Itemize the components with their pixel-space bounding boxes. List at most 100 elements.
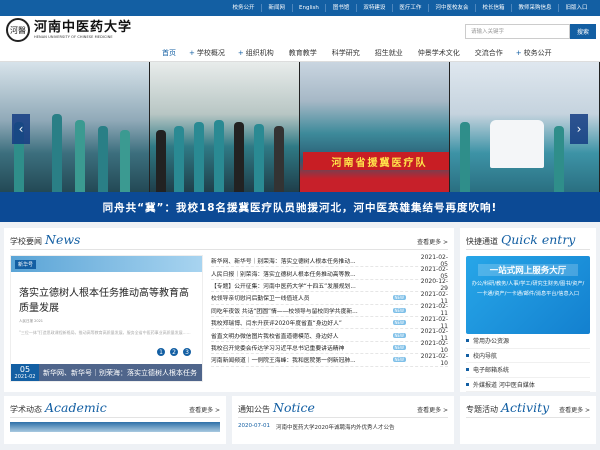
- site-logo[interactable]: 河醫 河南中医药大学 HENAN UNIVERSITY OF CHINESE M…: [6, 18, 132, 42]
- nav-item-label: 教育教学: [288, 48, 317, 57]
- nav-item[interactable]: 交流合作: [473, 48, 503, 58]
- top-link[interactable]: 图书馆: [325, 4, 356, 12]
- banner-photo-team: 河南省援冀医疗队: [300, 62, 449, 192]
- caption-title: 新华网、新华号｜别荣海：落实立德树人根本任务: [43, 368, 197, 377]
- news-item-title: 我校召开党委会传达学习习近平总书记重要讲话精神: [211, 345, 345, 352]
- news-item[interactable]: 同吃年夜饭 共话“团圆”情——校领导与留校同学共度新... NEW 2021-02-…: [211, 303, 448, 317]
- top-link[interactable]: 教师采购信息: [510, 4, 558, 12]
- featured-headline: 落实立德树人根本任务推动高等教育高质量发展: [19, 288, 189, 314]
- nav-item[interactable]: + 校务公开: [516, 48, 552, 58]
- news-title-cn: 学校要闻: [10, 237, 42, 246]
- news-item[interactable]: 新华网、新华号｜别荣海：落实立德树人根本任务推动... 2021-02-05: [211, 254, 448, 268]
- top-link[interactable]: 河中医校友会: [427, 4, 475, 12]
- featured-excerpt: "三位一体"打造思政课程新格局，推动高等教育高质量发展，服务全省中医药事业高质量…: [19, 330, 191, 335]
- nav-item[interactable]: 教育教学: [287, 48, 317, 58]
- news-item[interactable]: 河南新闻频道｜一例院王海峰：我和医院第一例新冠肺... NEW 2021-02-10: [211, 352, 448, 367]
- site-header: 河醫 河南中医药大学 HENAN UNIVERSITY OF CHINESE M…: [0, 16, 600, 44]
- slide-dot[interactable]: 2: [169, 347, 179, 357]
- news-item-title: 新华网、新华号｜别荣海：落实立德树人根本任务推动...: [211, 259, 356, 266]
- activity-title-en: Activity: [501, 400, 550, 415]
- featured-meta: 人民日报 2021: [19, 319, 44, 323]
- quick-entry-link[interactable]: 常用办公资源: [466, 334, 590, 349]
- quick-title-en: Quick entry: [501, 232, 576, 247]
- new-badge-icon: NEW: [392, 320, 406, 326]
- notice-more-link[interactable]: 查看更多 >: [417, 405, 448, 414]
- quick-entry-link[interactable]: 电子邮箱系统: [466, 363, 590, 378]
- news-more-link[interactable]: 查看更多 >: [417, 237, 448, 246]
- news-title-en: News: [45, 232, 81, 247]
- nav-item-label: 学校概况: [196, 48, 225, 57]
- top-link[interactable]: 校长信箱: [474, 4, 511, 12]
- service-hall-banner[interactable]: 一站式网上服务大厅 办公/科研/教务/人事/学工/研究生财务/图书/资产/一卡通…: [466, 256, 590, 334]
- top-link[interactable]: 医疗工作: [391, 4, 428, 12]
- banner-photo-farewell: [150, 62, 299, 192]
- news-section: 学校要闻 News 查看更多 > 新华号 落实立德树人根本任务推动高等教育高质量…: [4, 228, 454, 392]
- nav-item[interactable]: 科学研究: [330, 48, 360, 58]
- nav-item-label: 科学研究: [331, 48, 360, 57]
- featured-caption: 05 2021-02 新华网、新华号｜别荣海：落实立德树人根本任务: [11, 364, 202, 381]
- top-link[interactable]: 旧版入口: [557, 4, 594, 12]
- carousel-next-button[interactable]: ›: [570, 114, 588, 144]
- activity-more-link[interactable]: 查看更多 >: [559, 405, 590, 414]
- nav-item[interactable]: 招生就业: [373, 48, 403, 58]
- notice-date: 2020-07-01: [238, 423, 270, 429]
- main-nav: 首页 + 学校概况 + 组织机构 教育教学 科学研究 招生就业 仲景学术文化 交流合作 + 校务公开: [0, 44, 600, 62]
- news-item-title: 校领导亲切慰问后勤保卫一线值班人员: [211, 296, 310, 303]
- news-item[interactable]: 人民日报｜别荣海：落实立德树人根本任务推动高等教... 2021-02-05: [211, 266, 448, 280]
- seal-text: 河醫: [10, 25, 26, 35]
- notice-title-en: Notice: [273, 400, 315, 415]
- carousel-prev-button[interactable]: ‹: [12, 114, 30, 144]
- featured-news-slide[interactable]: 新华号 落实立德树人根本任务推动高等教育高质量发展 人民日报 2021 "三位一…: [10, 255, 203, 382]
- slide-dot[interactable]: 1: [156, 347, 166, 357]
- nav-item-label: 首页: [162, 48, 176, 57]
- news-item[interactable]: 省直文明办微信图片我校省直道德模范、身边好人 NEW 2021-02-11: [211, 328, 448, 342]
- top-link[interactable]: 校务公开: [226, 4, 261, 12]
- academic-title-en: Academic: [45, 400, 107, 415]
- notice-title-cn: 通知公告: [238, 405, 270, 414]
- top-link[interactable]: 双特建设: [355, 4, 392, 12]
- top-link[interactable]: English: [291, 4, 326, 12]
- logo-english-name: HENAN UNIVERSITY OF CHINESE MEDICINE: [34, 35, 113, 39]
- academic-image[interactable]: [10, 422, 220, 432]
- nav-item-label: 招生就业: [374, 48, 403, 57]
- logo-chinese-name: 河南中医药大学: [34, 20, 133, 35]
- news-item-title: 河南新闻频道｜一例院王海峰：我和医院第一例新冠肺...: [211, 358, 356, 365]
- university-seal-icon: 河醫: [6, 18, 30, 42]
- headline-slogan[interactable]: 同舟共“冀”：我校18名援冀医疗队员驰援河北，河中医英雄集结号再度吹响!: [0, 192, 600, 222]
- news-item-title: 人民日报｜别荣海：落实立德树人根本任务推动高等教...: [211, 271, 356, 278]
- news-item[interactable]: 校领导亲切慰问后勤保卫一线值班人员 NEW 2021-02-11: [211, 291, 448, 305]
- nav-item[interactable]: 首页: [160, 48, 176, 58]
- news-item[interactable]: 【专题】公开征集：河南中医药大学“十四五”发展规划... 2020-12-29: [211, 278, 448, 292]
- academic-section: 学术动态 Academic 查看更多 >: [4, 396, 226, 444]
- new-badge-icon: NEW: [392, 344, 406, 350]
- notice-item[interactable]: 2020-07-01 河南中医药大学2020年诚聘海内外优秀人才公告: [238, 423, 448, 431]
- main-content: 学校要闻 News 查看更多 > 新华号 落实立德树人根本任务推动高等教育高质量…: [0, 222, 600, 392]
- search-input[interactable]: [465, 24, 570, 39]
- bottom-sections: 学术动态 Academic 查看更多 > 通知公告 Notice 查看更多 > …: [0, 392, 600, 444]
- news-item-title: 我校郑瑞博、闫东升获评2020年度省直“身边好人”: [211, 321, 342, 328]
- quick-entry-link[interactable]: 外媒报道 河中医自媒体: [466, 378, 590, 392]
- quick-entry-link[interactable]: 校内导航: [466, 349, 590, 363]
- news-item[interactable]: 我校郑瑞博、闫东升获评2020年度省直“身边好人” NEW 2021-02-11: [211, 316, 448, 330]
- top-link-bar: 校务公开 新闻网 English 图书馆 双特建设 医疗工作 河中医校友会 校长信箱 教师采购信…: [0, 0, 600, 16]
- news-item-date: 2021-02-10: [420, 352, 448, 367]
- nav-item-label: 仲景学术文化: [417, 48, 460, 57]
- new-badge-icon: NEW: [392, 357, 406, 363]
- nav-plus-icon: +: [515, 48, 522, 57]
- slide-dot[interactable]: 3: [182, 347, 192, 357]
- activity-title-cn: 专题活动: [466, 405, 498, 414]
- search-button[interactable]: 搜索: [570, 24, 596, 39]
- news-item[interactable]: 我校召开党委会传达学习习近平总书记重要讲话精神 NEW 2021-02-10: [211, 340, 448, 354]
- new-badge-icon: NEW: [392, 295, 406, 301]
- nav-item[interactable]: + 组织机构: [238, 48, 274, 58]
- nav-item-label: 组织机构: [245, 48, 274, 57]
- nav-item[interactable]: 仲景学术文化: [416, 48, 460, 58]
- notice-text: 河南中医药大学2020年诚聘海内外优秀人才公告: [275, 425, 395, 431]
- caption-month: 2021-02: [14, 374, 36, 380]
- nav-plus-icon: +: [237, 48, 244, 57]
- activity-section: 专题活动 Activity 查看更多 >: [460, 396, 596, 444]
- top-link[interactable]: 新闻网: [261, 4, 292, 12]
- nav-item[interactable]: + 学校概况: [189, 48, 225, 58]
- academic-more-link[interactable]: 查看更多 >: [189, 405, 220, 414]
- xinhua-badge: 新华号: [15, 259, 37, 269]
